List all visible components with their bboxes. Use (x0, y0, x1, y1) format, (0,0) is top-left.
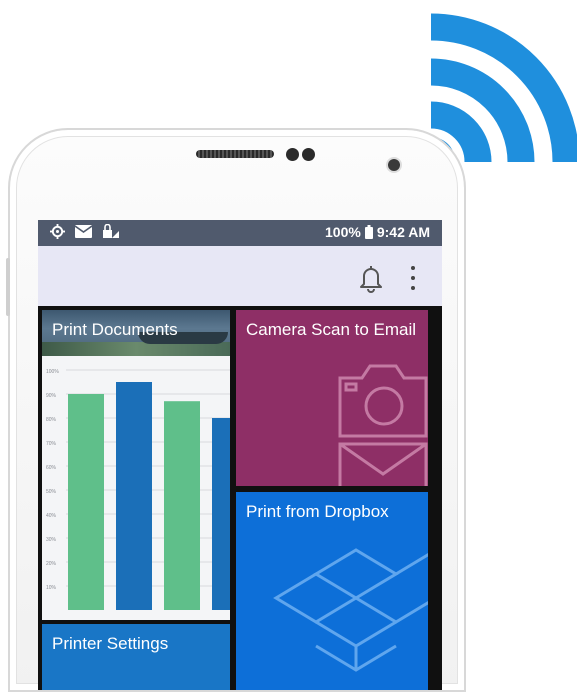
chart-tick-label: 80% (46, 417, 57, 423)
front-camera-lens (286, 148, 299, 161)
camera-scan-label: Camera Scan to Email (246, 320, 417, 339)
proximity-sensor (388, 159, 400, 171)
camera-icon (338, 364, 428, 438)
battery-percent: 100% (325, 224, 361, 240)
phone-speaker (196, 150, 274, 158)
dropbox-tile[interactable]: Print from Dropbox (236, 492, 428, 690)
printer-settings-tile[interactable]: Printer Settings (42, 624, 230, 690)
bell-icon[interactable] (356, 263, 386, 293)
chart-tick-label: 100% (46, 369, 59, 375)
print-documents-tile[interactable]: Print Documents 100% 90% 80% 70% 60% 50% 40% 30… (42, 310, 230, 620)
front-sensor-lens (302, 148, 315, 161)
printer-settings-label: Printer Settings (52, 634, 169, 653)
chart-tick-label: 70% (46, 441, 57, 447)
chart-tick-label: 50% (46, 489, 57, 495)
phone-side-button (6, 258, 10, 316)
battery-icon (364, 225, 373, 239)
lock-wifi-icon (103, 224, 119, 238)
clock: 9:42 AM (376, 224, 430, 240)
camera-scan-tile[interactable]: Camera Scan to Email (236, 310, 428, 486)
app-bar (38, 246, 442, 306)
document-bar-chart: 100% 90% 80% 70% 60% 50% 40% 30% 20% 10% (46, 369, 230, 610)
chart-tick-label: 40% (46, 513, 57, 519)
chart-tick-label: 10% (46, 585, 57, 591)
phone-body: 100% 9:42 AM Print Documents 100% 90% 80… (6, 128, 466, 692)
envelope-icon (338, 442, 428, 486)
chart-tick-label: 20% (46, 561, 57, 567)
status-bar: 100% 9:42 AM (38, 220, 442, 246)
chart-bar (116, 382, 152, 610)
chart-bar (212, 418, 230, 610)
chart-tick-label: 60% (46, 465, 57, 471)
mail-icon (75, 225, 92, 238)
phone-screen: 100% 9:42 AM Print Documents 100% 90% 80… (38, 220, 442, 690)
more-vert-icon[interactable] (408, 266, 418, 290)
chart-tick-label: 30% (46, 537, 57, 543)
dropbox-label: Print from Dropbox (246, 502, 389, 521)
chart-tick-label: 90% (46, 393, 57, 399)
settings-icon (50, 224, 65, 239)
print-documents-label: Print Documents (52, 320, 178, 339)
chart-bar (164, 401, 200, 610)
chart-bar (68, 394, 104, 610)
